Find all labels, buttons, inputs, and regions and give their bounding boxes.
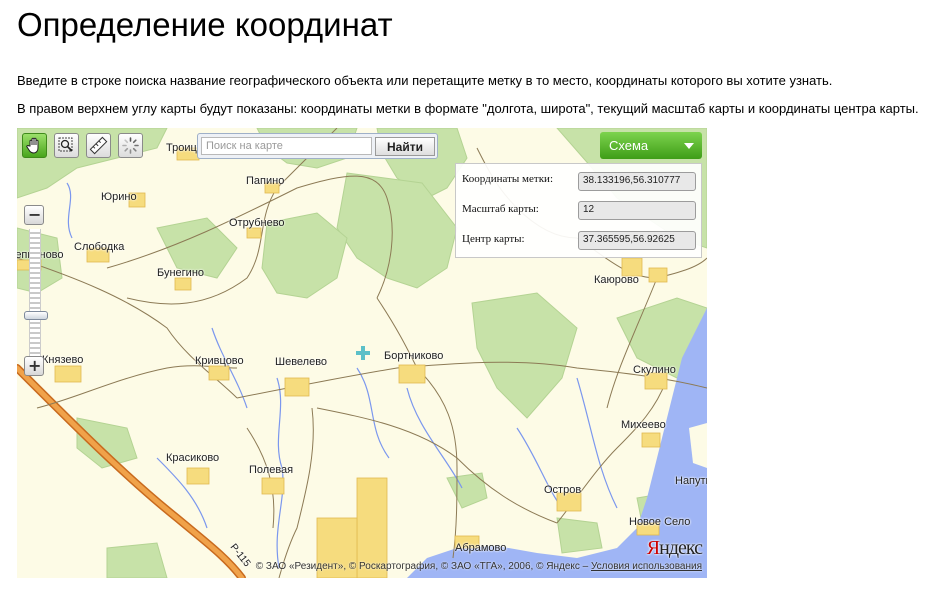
zoom-slider-track[interactable] (29, 229, 41, 357)
intro-paragraph-1: Введите в строке поиска название географ… (17, 73, 833, 88)
place-label: Остров (544, 484, 582, 496)
zoom-in-button[interactable]: + (24, 356, 44, 376)
ruler-icon (89, 136, 108, 155)
plus-icon: + (28, 356, 42, 375)
page-title: Определение координат (17, 6, 393, 43)
place-label: Князево (42, 354, 84, 366)
place-label: Красиково (166, 452, 220, 464)
place-label: Юрино (101, 191, 137, 203)
map-center-label: Центр карты: (462, 233, 525, 245)
place-label: Абрамово (455, 542, 507, 554)
map-search-input[interactable] (201, 137, 372, 155)
place-label: Каюрово (594, 274, 639, 286)
zoom-control: − + (23, 205, 48, 379)
loading-tool[interactable] (118, 133, 143, 158)
chevron-down-icon (684, 143, 694, 149)
terms-of-use-link[interactable]: Условия использования (591, 561, 702, 572)
map-scale-label: Масштаб карты: (462, 203, 539, 215)
place-label: Бунегино (157, 267, 205, 279)
map-layer-label: Схема (609, 138, 649, 153)
map-scale-field[interactable]: 12 (578, 201, 696, 220)
zoom-area-icon (58, 137, 73, 152)
minus-icon: − (28, 205, 42, 224)
place-label: Папино (246, 175, 285, 187)
yandex-logo: Яндекс (646, 537, 703, 559)
search-button[interactable]: Найти (375, 137, 435, 156)
zoom-area-tool[interactable] (54, 133, 79, 158)
place-label: Слободка (74, 241, 125, 253)
map-layer-select[interactable]: Схема (600, 132, 702, 159)
place-label: Полевая (249, 464, 294, 476)
map-container[interactable]: Троицкое Папино Юрино Отрубнево Слободка… (17, 128, 707, 578)
ruler-tool[interactable] (86, 133, 111, 158)
place-label: Бортниково (384, 350, 444, 362)
loading-spinner-icon (122, 137, 139, 154)
location-marker-icon[interactable] (356, 346, 370, 360)
zoom-out-button[interactable]: − (24, 205, 44, 225)
map-center-field[interactable]: 37.365595,56.92625 (578, 231, 696, 250)
map-search-bar: Найти (197, 133, 438, 159)
zoom-slider-handle[interactable] (24, 311, 48, 320)
marker-coordinates-label: Координаты метки: (462, 173, 553, 185)
marker-coordinates-field[interactable]: 38.133196,56.310777 (578, 172, 696, 191)
coordinates-info-panel: Координаты метки: 38.133196,56.310777 Ма… (455, 163, 702, 258)
place-label: Новое Село (629, 516, 691, 528)
map-copyright: © ЗАО «Резидент», © Роскартография, © ЗА… (256, 561, 702, 572)
copyright-text: © ЗАО «Резидент», © Роскартография, © ЗА… (255, 561, 589, 572)
place-label: Скулино (633, 364, 676, 376)
place-label: Отрубнево (229, 217, 285, 229)
place-label: Напутное (675, 475, 707, 487)
hand-pan-tool[interactable] (22, 133, 47, 158)
hand-pan-icon (26, 137, 39, 154)
place-label: Шевелево (275, 356, 328, 368)
place-label: Кривцово (195, 355, 244, 367)
intro-paragraph-2: В правом верхнем углу карты будут показа… (17, 101, 919, 116)
place-label: Михеево (621, 419, 666, 431)
